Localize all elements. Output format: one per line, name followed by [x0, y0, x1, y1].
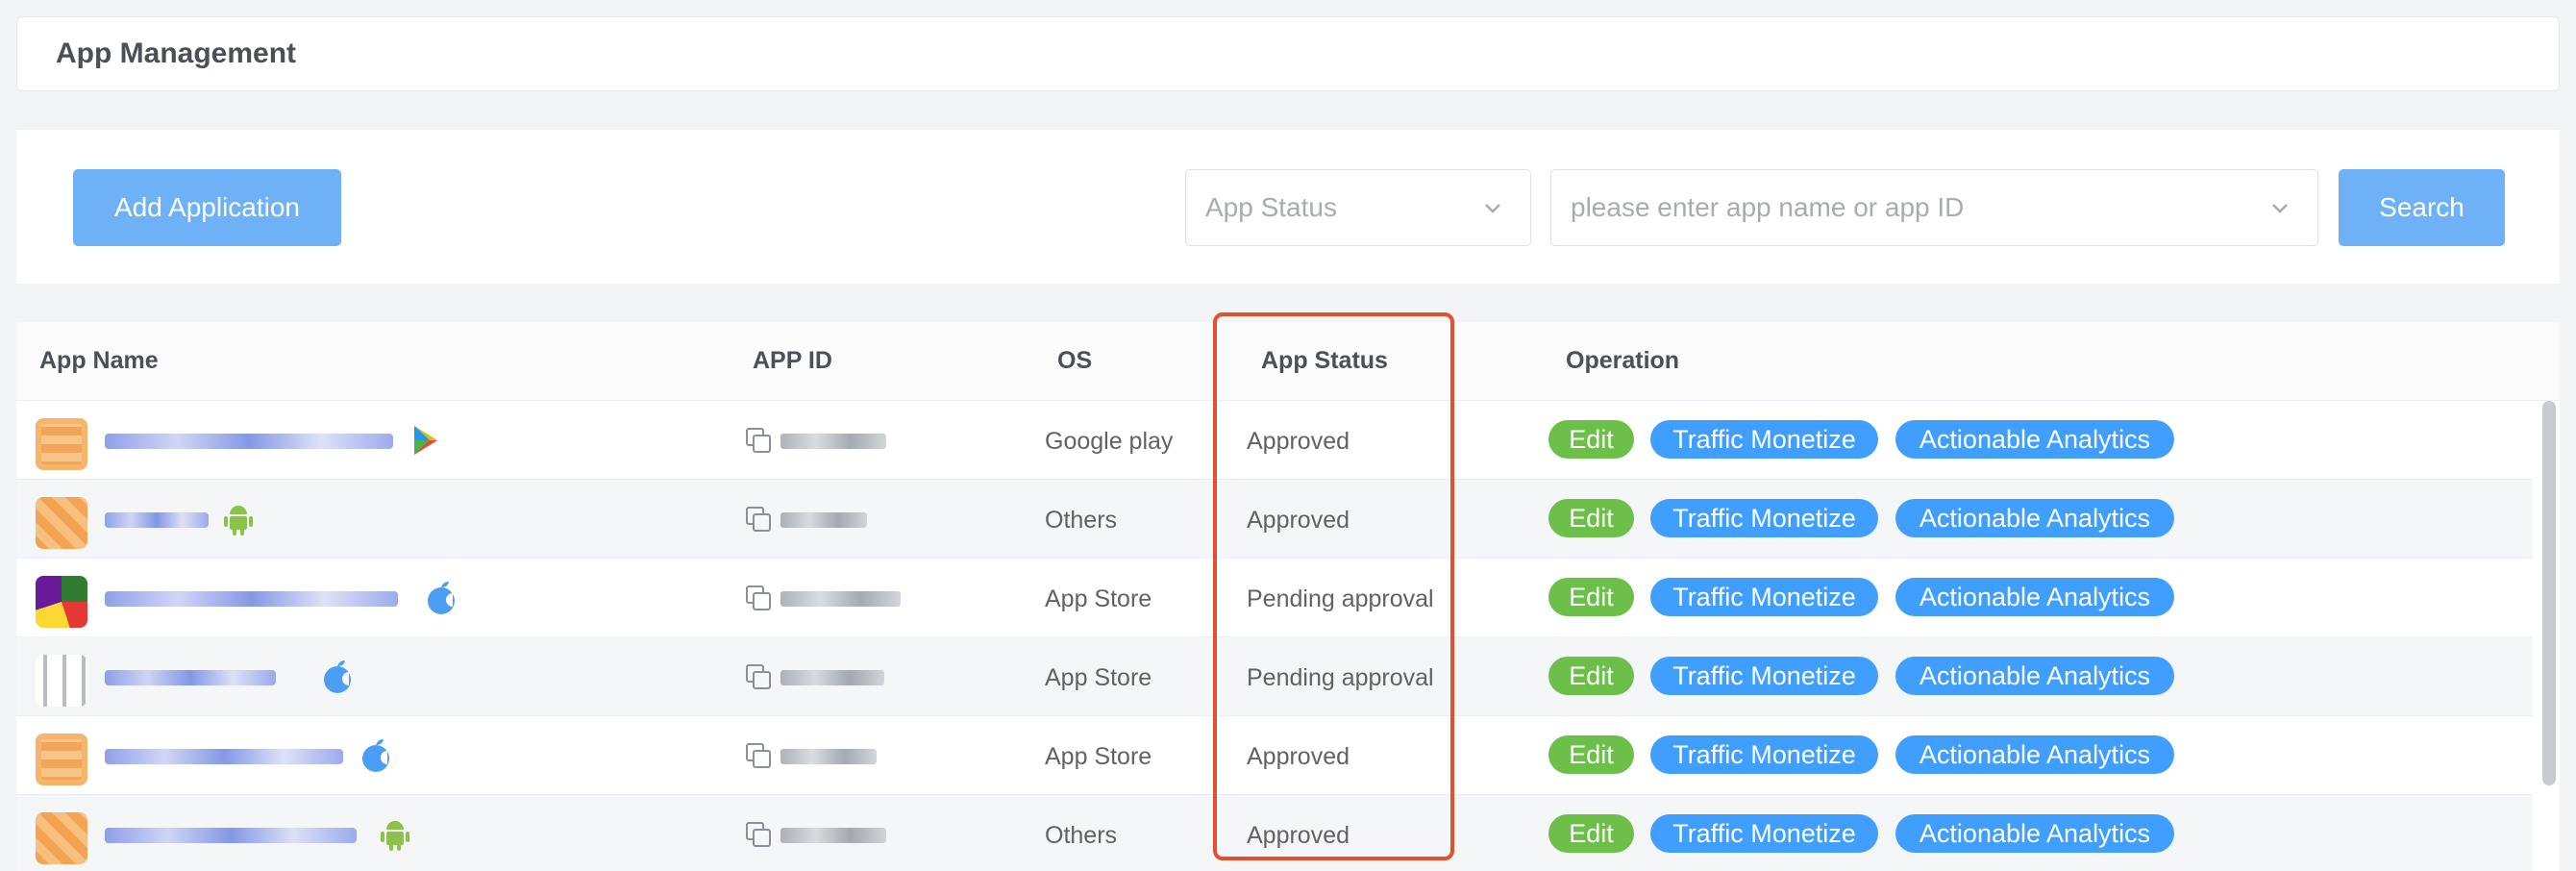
- os-value: Others: [1045, 507, 1118, 534]
- app-status-select[interactable]: App Status: [1185, 169, 1531, 246]
- table-header: App Name APP ID OS App Status Operation: [16, 322, 2560, 401]
- os-value: Google play: [1045, 428, 1174, 455]
- app-name-redacted[interactable]: [105, 591, 398, 607]
- app-id-redacted: [780, 512, 867, 528]
- toolbar: Add Application App Status please enter …: [16, 130, 2560, 284]
- app-table: App Name APP ID OS App Status Operation …: [16, 322, 2560, 871]
- app-search-placeholder: please enter app name or app ID: [1571, 192, 1965, 222]
- status-value: Pending approval: [1247, 664, 1434, 691]
- table-row: Others Approved Edit Traffic Monetize Ac…: [16, 480, 2533, 559]
- app-logo: [36, 734, 87, 785]
- edit-button[interactable]: Edit: [1548, 420, 1634, 459]
- edit-button[interactable]: Edit: [1548, 657, 1634, 695]
- traffic-monetize-button[interactable]: Traffic Monetize: [1650, 735, 1878, 774]
- app-status-placeholder: App Status: [1205, 192, 1337, 222]
- copy-icon[interactable]: [744, 584, 773, 612]
- status-value: Approved: [1247, 822, 1350, 849]
- app-logo: [36, 655, 87, 707]
- header-card: App Management: [16, 16, 2560, 91]
- app-name-redacted[interactable]: [105, 434, 393, 449]
- edit-button[interactable]: Edit: [1548, 499, 1634, 537]
- app-logo: [36, 812, 87, 864]
- actionable-analytics-button[interactable]: Actionable Analytics: [1895, 735, 2174, 774]
- table-row: Google play Approved Edit Traffic Moneti…: [16, 401, 2533, 480]
- os-value: App Store: [1045, 743, 1152, 770]
- apple-icon: [428, 582, 455, 614]
- app-name-redacted[interactable]: [105, 828, 357, 843]
- status-value: Approved: [1247, 428, 1350, 455]
- app-name-redacted[interactable]: [105, 670, 276, 685]
- app-search-input[interactable]: please enter app name or app ID: [1550, 169, 2318, 246]
- copy-icon[interactable]: [744, 820, 773, 849]
- table-row: Others Approved Edit Traffic Monetize Ac…: [16, 795, 2533, 871]
- add-application-button[interactable]: Add Application: [73, 169, 341, 246]
- column-app-name[interactable]: App Name: [39, 347, 159, 375]
- os-value: App Store: [1045, 585, 1152, 612]
- table-row: App Store Pending approval Edit Traffic …: [16, 637, 2533, 716]
- apple-icon: [362, 739, 389, 772]
- google-play-icon: [414, 426, 437, 455]
- copy-icon[interactable]: [744, 741, 773, 770]
- column-operation[interactable]: Operation: [1566, 347, 1679, 375]
- actionable-analytics-button[interactable]: Actionable Analytics: [1895, 657, 2174, 695]
- traffic-monetize-button[interactable]: Traffic Monetize: [1650, 578, 1878, 616]
- copy-icon[interactable]: [744, 426, 773, 455]
- actionable-analytics-button[interactable]: Actionable Analytics: [1895, 499, 2174, 537]
- app-id-redacted: [780, 828, 886, 843]
- app-logo: [36, 576, 87, 628]
- apple-icon: [324, 660, 351, 693]
- search-button[interactable]: Search: [2339, 169, 2505, 246]
- table-scrollbar[interactable]: [2542, 401, 2556, 785]
- app-name-redacted[interactable]: [105, 749, 343, 764]
- app-id-redacted: [780, 591, 901, 607]
- actionable-analytics-button[interactable]: Actionable Analytics: [1895, 814, 2174, 853]
- app-id-redacted: [780, 749, 877, 764]
- page-title: App Management: [56, 37, 297, 69]
- actionable-analytics-button[interactable]: Actionable Analytics: [1895, 578, 2174, 616]
- table-row: App Store Approved Edit Traffic Monetize…: [16, 716, 2533, 795]
- edit-button[interactable]: Edit: [1548, 735, 1634, 774]
- os-value: App Store: [1045, 664, 1152, 691]
- chevron-down-icon: [2272, 204, 2288, 213]
- os-value: Others: [1045, 822, 1118, 849]
- status-value: Approved: [1247, 743, 1350, 770]
- app-name-redacted[interactable]: [105, 512, 209, 528]
- app-logo: [36, 497, 87, 549]
- copy-icon[interactable]: [744, 505, 773, 534]
- table-row: App Store Pending approval Edit Traffic …: [16, 559, 2533, 637]
- actionable-analytics-button[interactable]: Actionable Analytics: [1895, 420, 2174, 459]
- chevron-down-icon: [1485, 204, 1500, 213]
- traffic-monetize-button[interactable]: Traffic Monetize: [1650, 499, 1878, 537]
- app-id-redacted: [780, 670, 884, 685]
- traffic-monetize-button[interactable]: Traffic Monetize: [1650, 814, 1878, 853]
- copy-icon[interactable]: [744, 662, 773, 691]
- android-icon: [381, 821, 409, 851]
- status-value: Pending approval: [1247, 585, 1434, 612]
- column-app-id[interactable]: APP ID: [753, 347, 832, 375]
- column-os[interactable]: OS: [1057, 347, 1092, 375]
- traffic-monetize-button[interactable]: Traffic Monetize: [1650, 420, 1878, 459]
- android-icon: [224, 506, 253, 535]
- column-app-status[interactable]: App Status: [1261, 347, 1388, 375]
- edit-button[interactable]: Edit: [1548, 814, 1634, 853]
- app-logo: [36, 418, 87, 470]
- edit-button[interactable]: Edit: [1548, 578, 1634, 616]
- status-value: Approved: [1247, 507, 1350, 534]
- app-id-redacted: [780, 434, 886, 449]
- traffic-monetize-button[interactable]: Traffic Monetize: [1650, 657, 1878, 695]
